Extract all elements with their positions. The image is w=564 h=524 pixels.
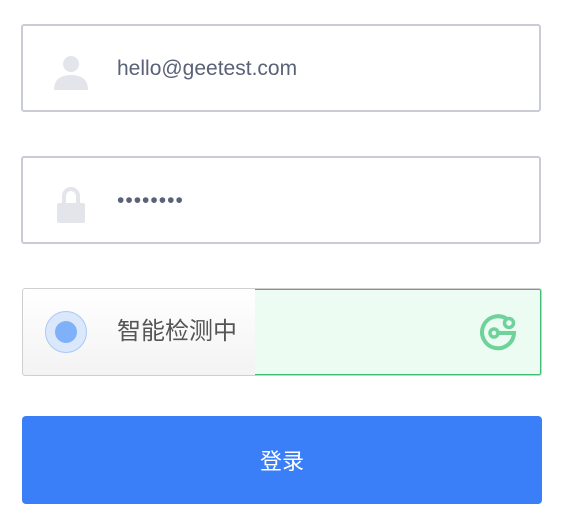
lock-icon — [57, 187, 85, 223]
captcha-widget[interactable]: 智能检测中 — [22, 288, 542, 376]
password-field[interactable]: •••••••• — [21, 156, 541, 244]
user-icon — [54, 56, 88, 90]
password-value: •••••••• — [117, 189, 184, 212]
captcha-radio-icon[interactable] — [45, 311, 87, 353]
login-button[interactable]: 登录 — [22, 416, 542, 504]
email-field[interactable]: hello@geetest.com — [21, 24, 541, 112]
geetest-logo-icon — [480, 314, 517, 351]
email-value: hello@geetest.com — [117, 57, 298, 80]
captcha-status: 智能检测中 — [117, 318, 237, 345]
